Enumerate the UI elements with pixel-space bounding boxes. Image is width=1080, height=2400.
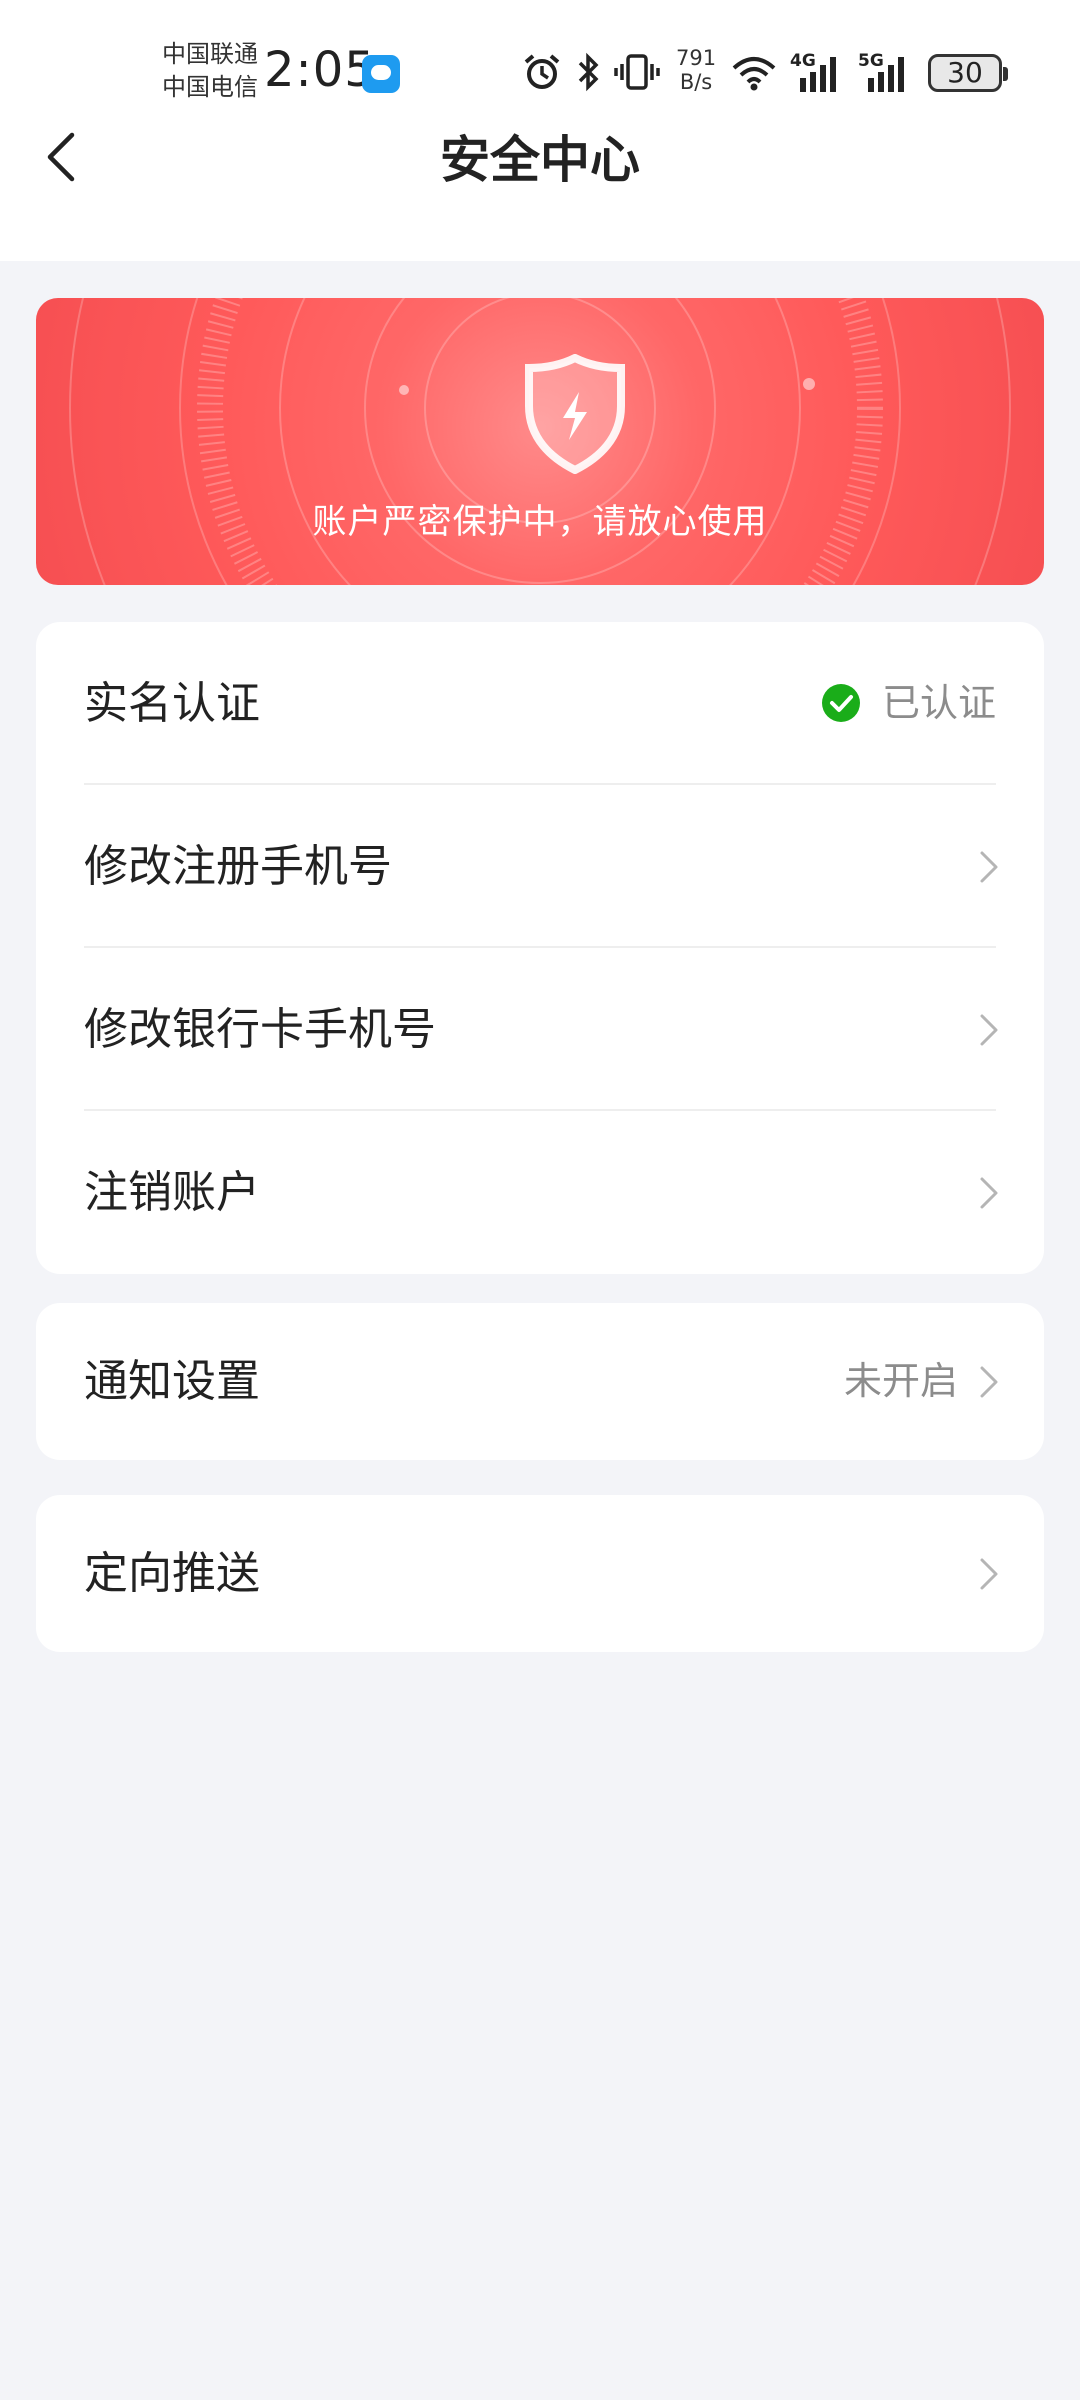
nav-header: 安全中心	[0, 130, 1080, 261]
wifi-icon	[732, 57, 776, 91]
network-speed: 791 B/s	[676, 46, 716, 94]
account-security-card: 实名认证 已认证 修改注册手机号 修改银行卡手机号 注销账户	[36, 622, 1044, 1274]
bluetooth-icon	[578, 52, 599, 92]
notification-status: 未开启	[843, 1359, 958, 1403]
change-registered-phone-label: 修改注册手机号	[84, 841, 392, 892]
carrier-names: 中国联通 中国电信	[162, 38, 258, 104]
signal-4g-icon: 4G	[790, 51, 836, 92]
signal-5g-icon: 5G	[858, 51, 904, 92]
targeted-push-label: 定向推送	[84, 1548, 260, 1599]
svg-text:4G: 4G	[790, 51, 816, 71]
network-speed-unit: B/s	[679, 70, 713, 94]
chevron-right-icon	[980, 851, 998, 883]
change-bank-card-phone-label: 修改银行卡手机号	[84, 1004, 436, 1055]
targeted-push-row[interactable]: 定向推送	[36, 1495, 1044, 1652]
network-speed-value: 791	[676, 46, 717, 70]
battery-icon: 30	[928, 54, 1008, 92]
banner-text: 账户严密保护中，请放心使用	[312, 502, 768, 542]
shield-icon	[525, 354, 625, 474]
chevron-right-icon	[980, 1014, 998, 1046]
chevron-right-icon	[980, 1177, 998, 1209]
message-notification-icon	[362, 55, 400, 93]
close-account-label: 注销账户	[84, 1167, 260, 1218]
status-bar: 中国联通 中国电信 2:05 791 B/s 4G 5G 30	[0, 0, 1080, 130]
page-title: 安全中心	[440, 131, 640, 189]
security-banner: 账户严密保护中，请放心使用	[36, 298, 1044, 585]
check-circle-icon	[822, 684, 860, 722]
close-account-row[interactable]: 注销账户	[36, 1111, 1044, 1274]
chevron-right-icon	[980, 1366, 998, 1398]
svg-text:5G: 5G	[858, 51, 884, 71]
change-registered-phone-row[interactable]: 修改注册手机号	[36, 785, 1044, 948]
vibrate-icon	[614, 54, 660, 90]
verification-status: 已认证	[881, 681, 996, 725]
notification-settings-card: 通知设置 未开启	[36, 1303, 1044, 1460]
clock: 2:05	[264, 42, 376, 98]
chevron-right-icon	[980, 1558, 998, 1590]
notification-settings-row[interactable]: 通知设置 未开启	[36, 1303, 1044, 1460]
targeted-push-card: 定向推送	[36, 1495, 1044, 1652]
notification-settings-label: 通知设置	[84, 1356, 260, 1407]
carrier-1: 中国联通	[162, 40, 258, 68]
change-bank-card-phone-row[interactable]: 修改银行卡手机号	[36, 948, 1044, 1111]
real-name-verification-label: 实名认证	[84, 678, 260, 729]
carrier-2: 中国电信	[162, 73, 258, 101]
real-name-verification-row[interactable]: 实名认证 已认证	[36, 622, 1044, 785]
alarm-icon	[524, 54, 560, 89]
